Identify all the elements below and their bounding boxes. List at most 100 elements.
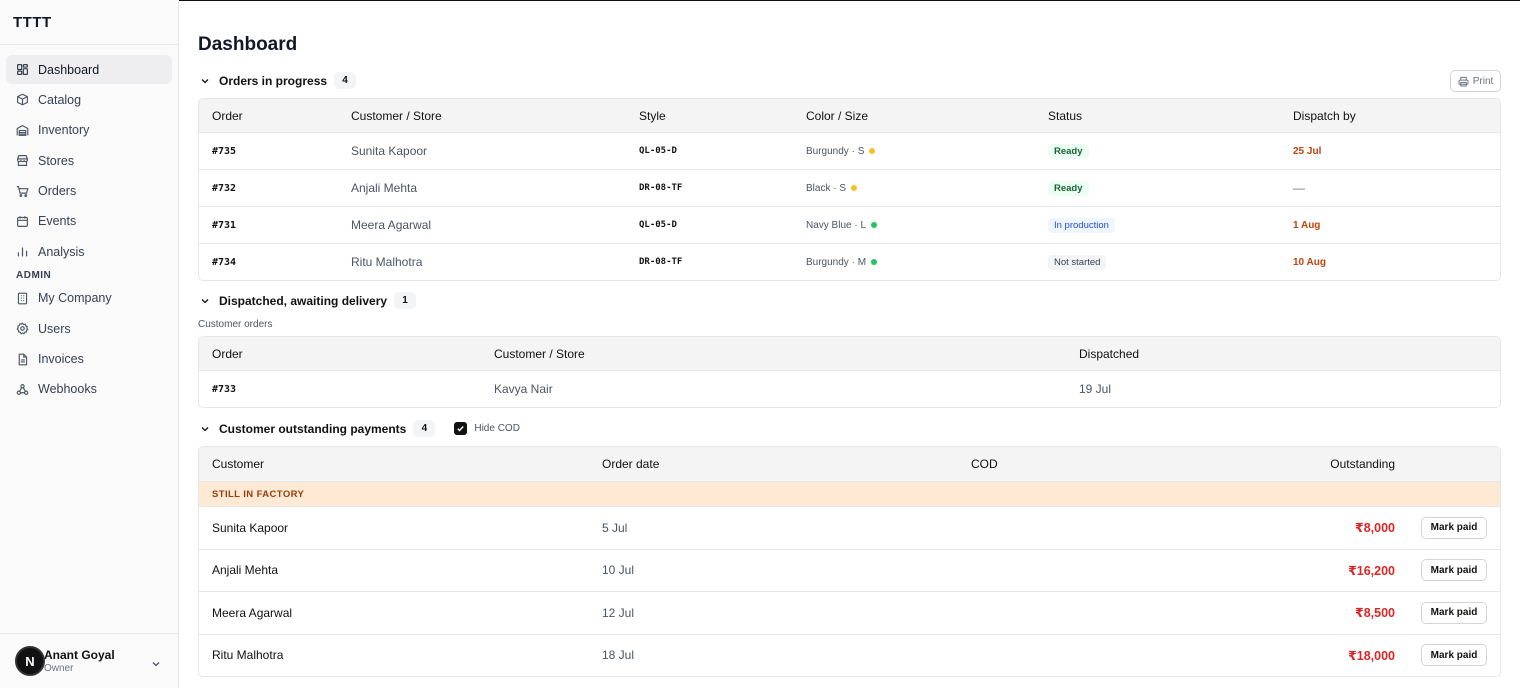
status-dot bbox=[851, 185, 858, 191]
table-header: Order Customer / Store Dispatched bbox=[199, 337, 1500, 370]
column-header[interactable]: Customer bbox=[212, 447, 264, 481]
checkbox-checked[interactable] bbox=[454, 422, 468, 435]
chevron-down-icon[interactable] bbox=[200, 424, 210, 434]
order-date: 10 Jul bbox=[602, 563, 635, 578]
sidebar-item-webhooks[interactable]: Webhooks bbox=[6, 375, 172, 404]
chevron-down-icon[interactable] bbox=[151, 659, 161, 669]
column-header[interactable]: Order bbox=[212, 99, 243, 132]
section-title: Customer outstanding payments bbox=[219, 421, 407, 436]
sidebar-item-inventory[interactable]: Inventory bbox=[6, 116, 172, 145]
sidebar-item-label: Inventory bbox=[38, 123, 90, 138]
customer-name: Ritu Malhotra bbox=[212, 648, 284, 663]
user-name: Anant Goyal bbox=[44, 647, 115, 662]
order-date: 12 Jul bbox=[602, 605, 635, 620]
table-row[interactable]: Ritu Malhotra 18 Jul ₹18,000 Mark paid bbox=[199, 633, 1500, 677]
status-cell: Ready bbox=[1048, 170, 1089, 206]
customer-name: Kavya Nair bbox=[494, 382, 553, 396]
outstanding-amount: ₹8,000 bbox=[1355, 521, 1395, 536]
status-cell: Ready bbox=[1048, 133, 1089, 169]
sidebar: TTTT Dashboard Catalog Inventory Stores … bbox=[0, 0, 179, 688]
color-size-text: Navy Blue · L bbox=[806, 219, 867, 231]
sidebar-item-my-company[interactable]: My Company bbox=[6, 284, 172, 313]
order-id[interactable]: #732 bbox=[212, 170, 236, 206]
webhook-icon bbox=[16, 383, 29, 395]
status-badge: Ready bbox=[1048, 143, 1089, 159]
mark-paid-cell: Mark paid bbox=[1421, 592, 1487, 634]
customer-name: Anjali Mehta bbox=[212, 563, 279, 578]
column-header[interactable]: Order date bbox=[602, 447, 659, 481]
sidebar-item-label: Analysis bbox=[38, 244, 85, 259]
order-id[interactable]: #735 bbox=[212, 133, 236, 169]
status-badge: Not started bbox=[1048, 254, 1107, 270]
mark-paid-button[interactable]: Mark paid bbox=[1421, 516, 1487, 539]
column-header[interactable]: Status bbox=[1048, 99, 1082, 132]
sidebar-item-label: Users bbox=[38, 321, 71, 336]
sidebar-item-label: Stores bbox=[38, 153, 75, 168]
style-code: DR-08-TF bbox=[639, 257, 683, 267]
section-title: Dispatched, awaiting delivery bbox=[219, 293, 388, 308]
status-dot bbox=[871, 222, 878, 228]
column-header[interactable]: Dispatched bbox=[1079, 337, 1139, 370]
column-header[interactable]: Style bbox=[639, 99, 666, 132]
page-title: Dashboard bbox=[198, 34, 298, 55]
order-id[interactable]: #731 bbox=[212, 207, 236, 243]
customer-name: Ritu Malhotra bbox=[351, 255, 423, 269]
mark-paid-button[interactable]: Mark paid bbox=[1421, 644, 1487, 667]
table-row[interactable]: Anjali Mehta 10 Jul ₹16,200 Mark paid bbox=[199, 548, 1500, 592]
section-dispatched: Dispatched, awaiting delivery 1 bbox=[198, 292, 417, 309]
dispatched-date: 19 Jul bbox=[1079, 382, 1112, 396]
hide-cod-checkbox[interactable]: Hide COD bbox=[454, 422, 520, 435]
sidebar-item-invoices[interactable]: Invoices bbox=[6, 345, 172, 374]
mark-paid-cell: Mark paid bbox=[1421, 550, 1487, 592]
color-size-text: Burgundy · M bbox=[806, 256, 867, 268]
mark-paid-button[interactable]: Mark paid bbox=[1421, 559, 1487, 582]
dispatch-date: 10 Aug bbox=[1293, 256, 1326, 268]
column-header[interactable]: Customer / Store bbox=[494, 337, 585, 370]
table-row[interactable]: #733 Kavya Nair 19 Jul bbox=[199, 370, 1500, 407]
sidebar-item-users[interactable]: Users bbox=[6, 314, 172, 343]
status-cell: In production bbox=[1048, 207, 1115, 243]
customer-name: Anjali Mehta bbox=[351, 181, 418, 195]
print-label: Print bbox=[1472, 75, 1494, 87]
style-code: QL-05-D bbox=[639, 146, 677, 156]
print-button[interactable]: Print bbox=[1450, 70, 1501, 92]
avatar: N bbox=[15, 646, 45, 676]
chevron-down-icon[interactable] bbox=[200, 296, 210, 306]
check-icon bbox=[457, 426, 465, 432]
sidebar-item-dashboard[interactable]: Dashboard bbox=[6, 55, 172, 84]
column-header[interactable]: Customer / Store bbox=[351, 99, 442, 132]
column-header[interactable]: Order bbox=[212, 337, 243, 370]
sidebar-item-analysis[interactable]: Analysis bbox=[6, 237, 172, 266]
status-badge: In production bbox=[1048, 217, 1115, 233]
status-dot bbox=[869, 148, 876, 154]
section-orders-in-progress: Orders in progress 4 bbox=[198, 72, 357, 89]
table-row[interactable]: Sunita Kapoor 5 Jul ₹8,000 Mark paid bbox=[199, 506, 1500, 549]
sidebar-item-stores[interactable]: Stores bbox=[6, 146, 172, 175]
table-row[interactable]: #731 Meera Agarwal QL-05-D Navy Blue · L… bbox=[199, 206, 1500, 243]
user-menu[interactable]: N Anant Goyal Owner bbox=[0, 633, 178, 688]
warehouse-icon bbox=[16, 124, 29, 136]
sidebar-item-label: Dashboard bbox=[38, 62, 100, 77]
order-id[interactable]: #733 bbox=[212, 371, 236, 407]
hide-cod-label: Hide COD bbox=[474, 423, 520, 434]
chevron-down-icon[interactable] bbox=[200, 76, 210, 86]
sidebar-item-catalog[interactable]: Catalog bbox=[6, 85, 172, 114]
color-size-text: Black · S bbox=[806, 182, 847, 194]
table-row[interactable]: #735 Sunita Kapoor QL-05-D Burgundy · S … bbox=[199, 132, 1500, 169]
sidebar-item-orders[interactable]: Orders bbox=[6, 177, 172, 206]
store-icon bbox=[17, 155, 28, 167]
user-role: Owner bbox=[44, 662, 74, 674]
order-id[interactable]: #734 bbox=[212, 244, 236, 280]
table-row[interactable]: Meera Agarwal 12 Jul ₹8,500 Mark paid bbox=[199, 591, 1500, 634]
sidebar-item-events[interactable]: Events bbox=[6, 207, 172, 236]
column-header[interactable]: COD bbox=[971, 447, 998, 481]
column-header[interactable]: Dispatch by bbox=[1293, 99, 1356, 132]
brand-logo[interactable]: TTTT bbox=[0, 0, 178, 45]
table-row[interactable]: #732 Anjali Mehta DR-08-TF Black · S Rea… bbox=[199, 169, 1500, 206]
mark-paid-button[interactable]: Mark paid bbox=[1421, 601, 1487, 624]
column-header[interactable]: Color / Size bbox=[806, 99, 868, 132]
order-date: 5 Jul bbox=[602, 520, 628, 535]
table-row[interactable]: #734 Ritu Malhotra DR-08-TF Burgundy · M… bbox=[199, 243, 1500, 280]
table-header: Order Customer / Store Style Color / Siz… bbox=[199, 99, 1500, 132]
column-header[interactable]: Outstanding bbox=[1330, 447, 1395, 481]
